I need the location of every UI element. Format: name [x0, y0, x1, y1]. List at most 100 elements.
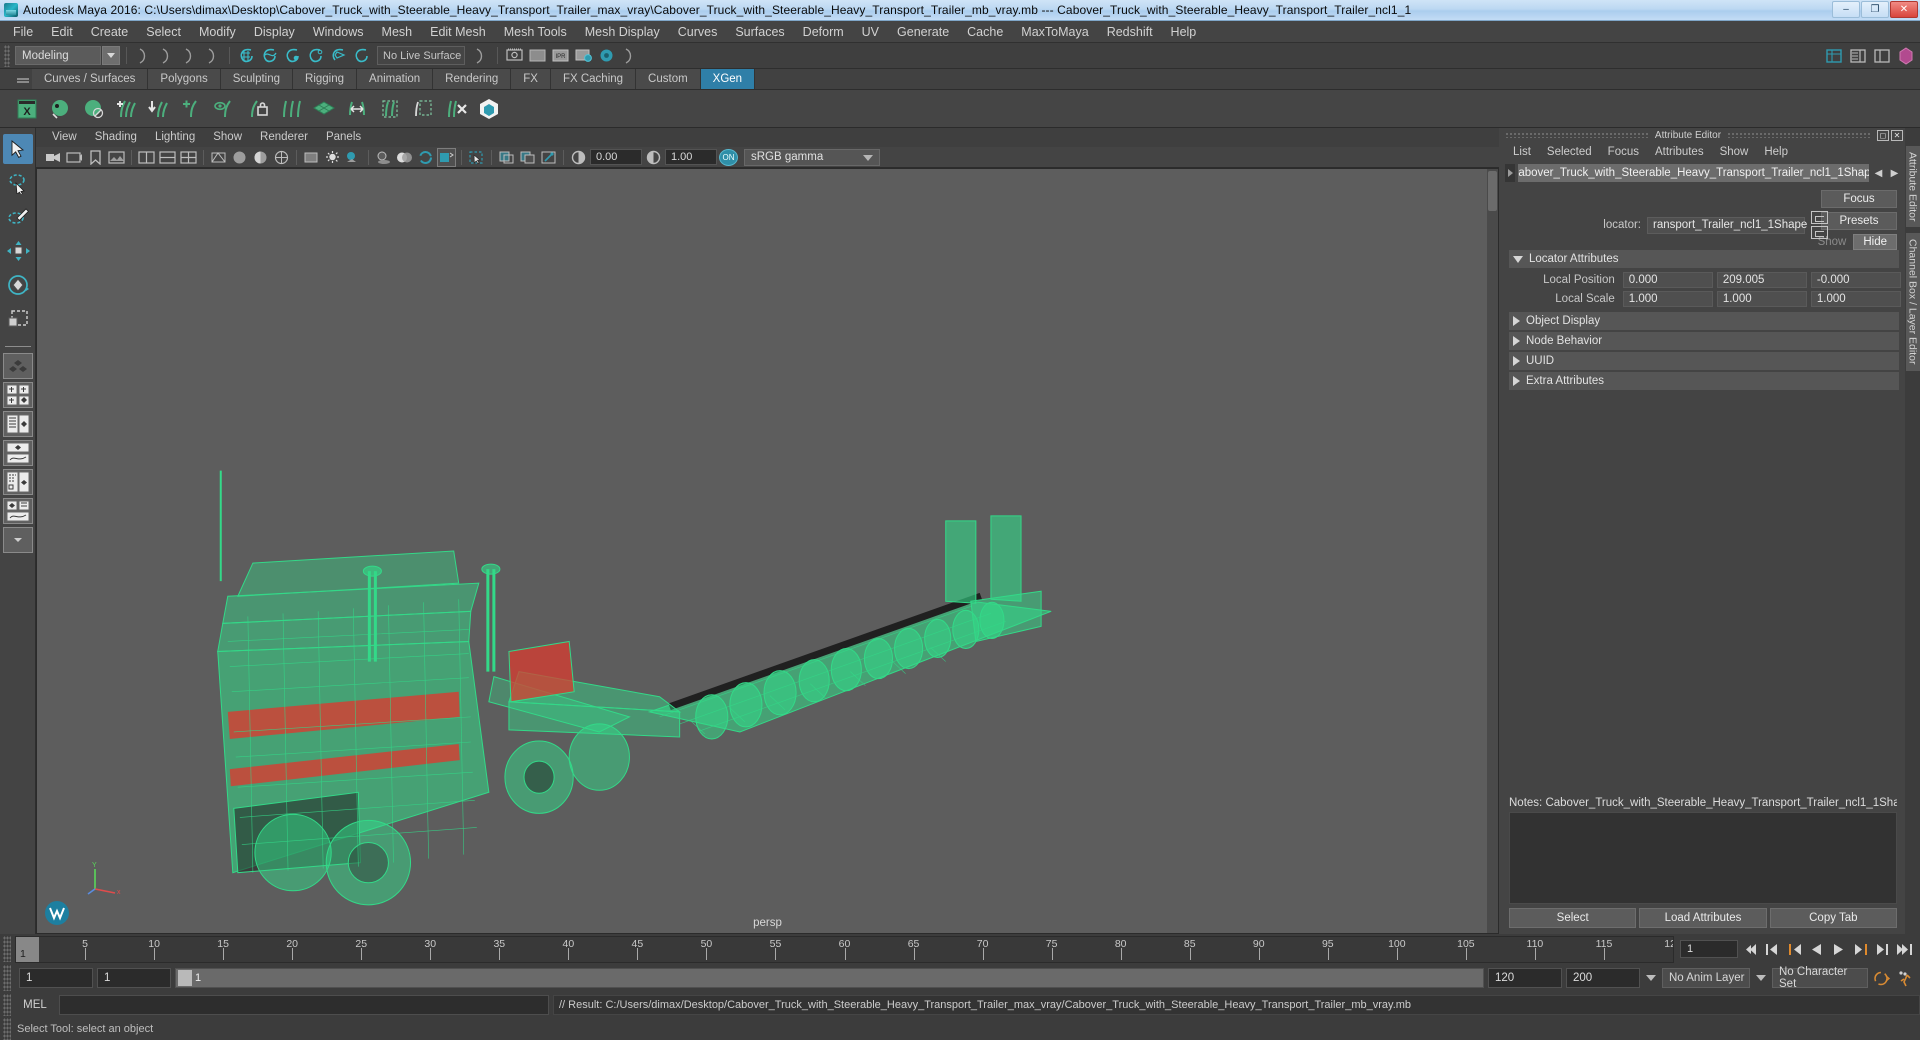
menu-item-create[interactable]: Create — [82, 21, 138, 43]
xray-active-components-icon[interactable] — [539, 148, 558, 167]
xgen-select-region-icon[interactable] — [375, 93, 405, 125]
shadows-icon[interactable] — [374, 148, 393, 167]
xgen-add-groom-icon[interactable] — [111, 93, 141, 125]
snap-to-projected-center-icon[interactable] — [305, 45, 326, 66]
image-plane-icon[interactable] — [107, 148, 126, 167]
select-tool-icon[interactable] — [2, 134, 33, 164]
menu-item-deform[interactable]: Deform — [794, 21, 853, 43]
snap-to-point-icon[interactable] — [282, 45, 303, 66]
auto-keyframe-toggle-icon[interactable] — [1872, 969, 1891, 988]
menu-item-uv[interactable]: UV — [853, 21, 888, 43]
xray-joints-icon[interactable] — [518, 148, 537, 167]
character-set-dropdown[interactable]: No Character Set — [1772, 966, 1868, 990]
menu-item-edit-mesh[interactable]: Edit Mesh — [421, 21, 495, 43]
vertical-tab-channel-box[interactable]: Channel Box / Layer Editor — [1905, 233, 1920, 371]
anti-alias-icon[interactable] — [416, 148, 435, 167]
load-attributes-button[interactable]: Load Attributes — [1639, 908, 1767, 928]
show-tool-settings-icon[interactable] — [1871, 45, 1892, 66]
panel-menu-lighting[interactable]: Lighting — [147, 128, 203, 147]
ambient-occlusion-icon[interactable] — [395, 148, 414, 167]
xgen-add-guide-icon[interactable] — [177, 93, 207, 125]
section-header-node-behavior[interactable]: Node Behavior — [1509, 332, 1899, 350]
shelf-grip[interactable] — [14, 69, 32, 89]
shelf-tab-sculpting[interactable]: Sculpting — [220, 69, 294, 89]
menu-item-windows[interactable]: Windows — [304, 21, 373, 43]
xgen-import-groom-icon[interactable] — [144, 93, 174, 125]
live-surface-field[interactable]: No Live Surface — [377, 46, 465, 65]
section-header-locator-attributes[interactable]: Locator Attributes — [1509, 250, 1899, 268]
node-name-tab[interactable]: Cabover_Truck_with_Steerable_Heavy_Trans… — [1518, 164, 1869, 182]
copy-node-icon[interactable] — [1811, 226, 1828, 239]
selection-mask-extra-icon[interactable] — [202, 45, 223, 66]
step-back-frame-icon[interactable] — [1763, 940, 1782, 959]
shelf-tab-curves-surfaces[interactable]: Curves / Surfaces — [32, 69, 149, 89]
hypershade-icon[interactable] — [596, 45, 617, 66]
notes-textarea[interactable] — [1509, 812, 1897, 904]
shade-with-wireframe-icon[interactable] — [272, 148, 291, 167]
selection-mask-curve-icon[interactable] — [470, 45, 491, 66]
ae-menu-help[interactable]: Help — [1756, 142, 1796, 162]
menu-item-redshift[interactable]: Redshift — [1098, 21, 1162, 43]
section-header-extra-attributes[interactable]: Extra Attributes — [1509, 372, 1899, 390]
attr-value-field[interactable]: 1.000 — [1810, 290, 1901, 307]
hide-button[interactable]: Hide — [1853, 234, 1897, 250]
menu-item-generate[interactable]: Generate — [888, 21, 958, 43]
snap-to-view-plane-icon[interactable] — [328, 45, 349, 66]
panel-menu-view[interactable]: View — [44, 128, 85, 147]
playback-end-field[interactable]: 120 — [1488, 968, 1562, 988]
anim-layer-chevron-icon[interactable] — [1644, 975, 1658, 981]
panel-drag-dots-left[interactable] — [1505, 132, 1649, 138]
attr-value-field[interactable]: 209.005 — [1716, 271, 1807, 288]
xgen-editor-icon[interactable]: X — [12, 93, 42, 125]
menu-item-curves[interactable]: Curves — [669, 21, 727, 43]
shelf-tab-fx[interactable]: FX — [511, 69, 551, 89]
camera-attributes-icon[interactable] — [65, 148, 84, 167]
range-start-field[interactable]: 1 — [19, 968, 93, 988]
xgen-split-guide-icon[interactable] — [276, 93, 306, 125]
layout-persp-graph-button[interactable] — [2, 440, 33, 466]
two-pane-vertical-icon[interactable] — [137, 148, 156, 167]
xgen-create-description-icon[interactable] — [45, 93, 75, 125]
menu-item-mesh-tools[interactable]: Mesh Tools — [495, 21, 576, 43]
layout-outliner-persp-button[interactable] — [2, 411, 33, 437]
maximize-button[interactable]: ❐ — [1861, 1, 1889, 18]
selection-mask-object-icon[interactable] — [156, 45, 177, 66]
prev-tab-arrow-icon[interactable]: ◀ — [1872, 164, 1885, 182]
presets-button[interactable]: Presets — [1821, 212, 1897, 230]
color-profile-dropdown[interactable]: sRGB gamma — [744, 148, 880, 166]
ae-menu-list[interactable]: List — [1505, 142, 1539, 162]
smooth-shade-selected-icon[interactable] — [251, 148, 270, 167]
menu-item-select[interactable]: Select — [137, 21, 190, 43]
selection-mask-render-icon[interactable] — [619, 45, 640, 66]
use-default-lighting-icon[interactable] — [323, 148, 342, 167]
menu-item-display[interactable]: Display — [245, 21, 304, 43]
step-forward-frame-icon[interactable] — [1873, 940, 1892, 959]
close-button[interactable]: ✕ — [1890, 1, 1918, 18]
range-slider-bar[interactable]: 1 — [175, 968, 1484, 988]
layout-hypershade-persp-button[interactable] — [2, 469, 33, 495]
focus-button[interactable]: Focus — [1821, 190, 1897, 208]
xgen-preview-guide-icon[interactable] — [210, 93, 240, 125]
panel-menu-shading[interactable]: Shading — [87, 128, 145, 147]
paint-selection-tool-icon[interactable] — [3, 202, 33, 232]
menu-item-help[interactable]: Help — [1162, 21, 1206, 43]
time-slider-track[interactable]: 1 5 10 15 20 25 30 35 40 45 50 55 60 65 70 75 80 85 90 95 1… — [15, 935, 1674, 963]
rotate-tool-icon[interactable] — [3, 270, 33, 300]
menuset-mode-selector[interactable]: Modeling — [15, 46, 101, 65]
anim-layer-dropdown[interactable]: No Anim Layer — [1662, 968, 1750, 988]
isolate-select-icon[interactable] — [467, 148, 486, 167]
show-channel-box-icon[interactable] — [1895, 45, 1916, 66]
layout-more-button[interactable] — [2, 527, 33, 553]
menuset-dropdown-arrow[interactable] — [102, 46, 120, 65]
ae-menu-selected[interactable]: Selected — [1539, 142, 1600, 162]
layout-four-view-button[interactable] — [2, 382, 33, 408]
attr-value-field[interactable]: 1.000 — [1622, 290, 1713, 307]
menu-item-maxtomaya[interactable]: MaxToMaya — [1012, 21, 1097, 43]
smooth-shade-all-icon[interactable] — [230, 148, 249, 167]
perspective-viewport[interactable]: Y x persp — [36, 168, 1499, 934]
select-node-icon[interactable] — [1811, 211, 1828, 224]
animation-end-field[interactable]: 200 — [1566, 968, 1640, 988]
shelf-tab-polygons[interactable]: Polygons — [148, 69, 221, 89]
range-slider-grip[interactable] — [3, 965, 11, 991]
shelf-tab-rendering[interactable]: Rendering — [433, 69, 512, 89]
